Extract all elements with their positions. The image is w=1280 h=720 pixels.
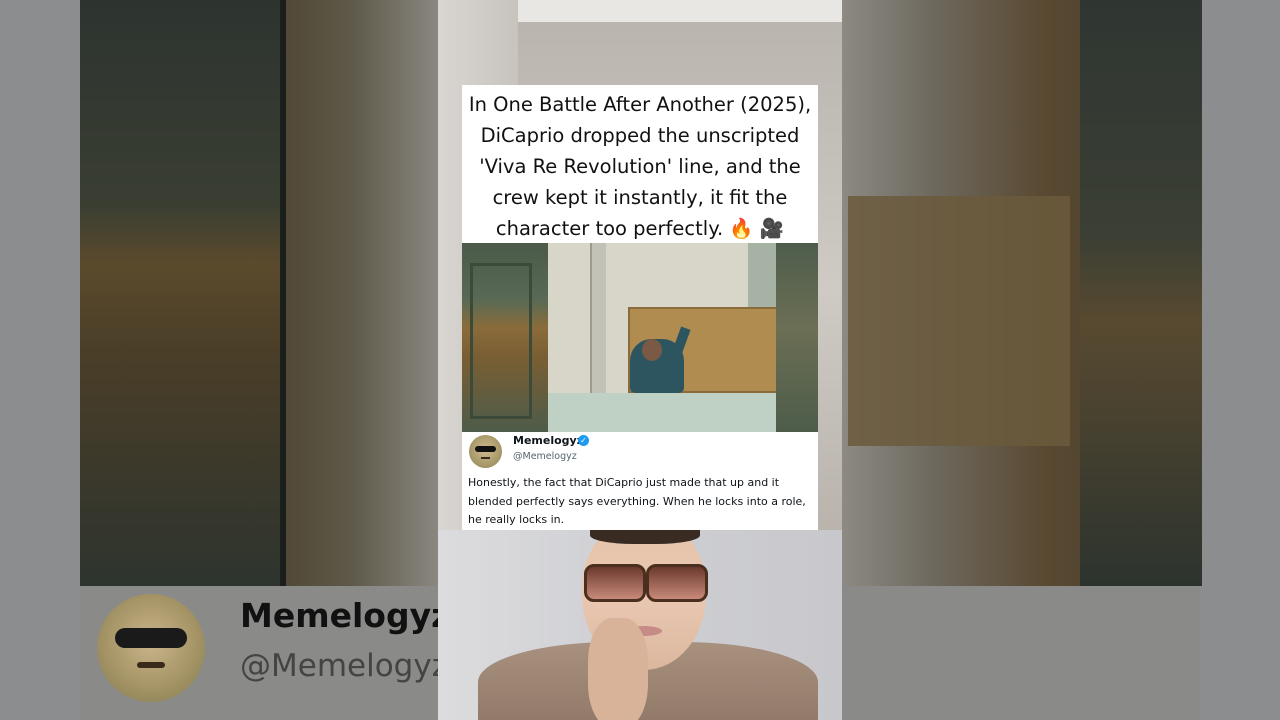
tweet-handle[interactable]: @Memelogyz <box>513 451 577 462</box>
still-actor-head <box>642 339 662 361</box>
caption-line: 'Viva Re Revolution' line, and the <box>479 155 801 178</box>
video-frame[interactable]: In One Battle After Another (2025), DiCa… <box>438 0 842 720</box>
background-board <box>848 196 1070 446</box>
tweet-display-name[interactable]: Memelogyz <box>513 434 583 447</box>
background-avatar <box>97 594 205 702</box>
still-pipes <box>590 243 606 403</box>
still-door-right <box>776 243 818 432</box>
sunglasses-lens-right <box>646 564 708 602</box>
background-display-name: Memelogyz <box>240 596 451 635</box>
verified-badge-icon: ✓ <box>578 435 589 446</box>
avatar-glasses <box>475 446 496 452</box>
background-door-left <box>80 0 286 586</box>
still-door-left <box>462 243 548 432</box>
still-floor <box>548 393 776 432</box>
avatar-glasses <box>115 628 187 648</box>
still-door-panel <box>470 263 532 419</box>
background-handle: @Memelogyz <box>240 648 448 684</box>
creator-hand <box>588 618 648 720</box>
background-door-right <box>1080 0 1202 586</box>
caption-line: DiCaprio dropped the unscripted <box>480 124 800 147</box>
caption-card: In One Battle After Another (2025), DiCa… <box>462 85 818 243</box>
avatar-mustache <box>137 662 165 668</box>
tweet-avatar[interactable] <box>469 435 502 468</box>
avatar-mustache <box>481 457 490 459</box>
movie-still-image <box>462 243 818 432</box>
sunglasses-lens-left <box>584 564 646 602</box>
background-profile-strip-right <box>842 586 1200 720</box>
background-edge-left <box>0 0 80 720</box>
post-caption: In One Battle After Another (2025), DiCa… <box>462 85 818 244</box>
caption-line: crew kept it instantly, it fit the <box>492 186 788 209</box>
creator-sunglasses <box>584 564 708 602</box>
creator-hair <box>590 530 700 544</box>
caption-line: character too perfectly. 🔥 🎥 <box>495 217 785 240</box>
tweet-body: Honestly, the fact that DiCaprio just ma… <box>468 476 806 526</box>
background-edge-right <box>1200 0 1280 720</box>
caption-line: In One Battle After Another (2025), <box>468 93 812 116</box>
tweet-card: Memelogyz ✓ @Memelogyz Honestly, the fac… <box>462 432 818 530</box>
creator-video-area <box>438 530 842 720</box>
